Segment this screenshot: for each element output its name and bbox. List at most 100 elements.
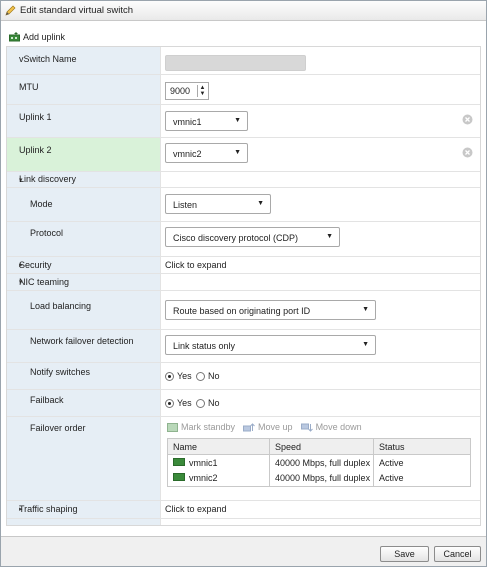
spin-arrows-icon[interactable]: ▲ ▼: [197, 85, 207, 97]
row-uplink1: Uplink 1 vmnic1 ▼: [7, 105, 480, 138]
save-button[interactable]: Save: [380, 546, 429, 562]
failover-detection-label: Network failover detection: [30, 336, 134, 346]
failover-order-table: Name Speed Status vmnic1 40000 Mbps, ful…: [167, 438, 471, 487]
security-expand-link[interactable]: Click to expand: [165, 260, 227, 270]
notify-switches-label: Notify switches: [30, 367, 91, 377]
mode-label: Mode: [30, 199, 53, 209]
row-protocol: Protocol Cisco discovery protocol (CDP) …: [7, 222, 480, 257]
settings-form: vSwitch Name MTU 9000 ▲ ▼ Uplink 1 vmnic1…: [6, 46, 481, 526]
failback-no-label: No: [208, 398, 220, 408]
row-mtu: MTU 9000 ▲ ▼: [7, 75, 480, 105]
col-name[interactable]: Name: [167, 438, 270, 455]
move-up-label: Move up: [258, 422, 293, 432]
dropdown-arrow-icon: ▼: [234, 117, 241, 124]
dropdown-arrow-icon: ▼: [234, 149, 241, 156]
move-down-icon: [300, 423, 313, 432]
uplink2-label: Uplink 2: [19, 145, 52, 155]
dialog-titlebar: Edit standard virtual switch: [1, 1, 486, 21]
mark-standby-label: Mark standby: [181, 422, 236, 432]
protocol-value: Cisco discovery protocol (CDP): [173, 233, 299, 243]
move-up-button[interactable]: Move up: [243, 422, 293, 432]
edit-vswitch-dialog: Edit standard virtual switch Add uplink …: [0, 0, 487, 567]
row-failover-order: Failover order Mark standby Move up Move…: [7, 417, 480, 501]
section-nic-teaming[interactable]: ▾ NIC teaming: [7, 274, 480, 291]
standby-icon: [167, 422, 178, 432]
load-balancing-select[interactable]: Route based on originating port ID ▼: [165, 300, 376, 320]
row-uplink2: Uplink 2 vmnic2 ▼: [7, 138, 480, 172]
failover-detection-value: Link status only: [173, 341, 236, 351]
link-discovery-label: Link discovery: [19, 174, 77, 184]
add-uplink-icon: [9, 32, 20, 42]
notify-no-radio[interactable]: No: [196, 371, 220, 381]
col-status[interactable]: Status: [373, 438, 471, 455]
row-mode: Mode Listen ▼: [7, 188, 480, 222]
dialog-footer: Save Cancel: [1, 536, 486, 566]
uplink1-value: vmnic1: [173, 117, 202, 127]
notify-yes-radio[interactable]: Yes: [165, 371, 192, 381]
remove-uplink2-icon[interactable]: [462, 147, 473, 158]
section-link-discovery[interactable]: ▾ Link discovery: [7, 172, 480, 188]
add-uplink-label: Add uplink: [23, 32, 66, 42]
failover-toolbar: Mark standby Move up Move down: [167, 422, 370, 432]
failback-label: Failback: [30, 395, 64, 405]
protocol-label: Protocol: [30, 228, 64, 238]
dropdown-arrow-icon: ▼: [257, 200, 264, 207]
section-security[interactable]: ▸ Security Click to expand: [7, 257, 480, 274]
remove-uplink1-icon[interactable]: [462, 114, 473, 125]
label-column-filler: [7, 519, 161, 525]
vswitch-name-input: [165, 55, 306, 71]
mode-value: Listen: [173, 200, 198, 210]
table-row[interactable]: vmnic2 40000 Mbps, full duplex Active: [167, 470, 471, 487]
move-down-label: Move down: [315, 422, 362, 432]
traffic-shaping-label: Traffic shaping: [19, 504, 78, 514]
nic-speed: 40000 Mbps, full duplex: [269, 470, 374, 487]
dialog-title: Edit standard virtual switch: [20, 5, 133, 16]
move-down-button[interactable]: Move down: [300, 422, 362, 432]
nic-teaming-label: NIC teaming: [19, 277, 70, 287]
cancel-button[interactable]: Cancel: [434, 546, 481, 562]
notify-yes-label: Yes: [177, 371, 192, 381]
load-balancing-label: Load balancing: [30, 301, 92, 311]
dropdown-arrow-icon: ▼: [326, 233, 333, 240]
notify-no-label: No: [208, 371, 220, 381]
failback-yes-radio[interactable]: Yes: [165, 398, 192, 408]
uplink2-value: vmnic2: [173, 149, 202, 159]
row-notify-switches: Notify switches Yes No: [7, 363, 480, 390]
vswitch-name-label: vSwitch Name: [19, 54, 77, 64]
security-label: Security: [19, 260, 52, 270]
failback-no-radio[interactable]: No: [196, 398, 220, 408]
table-row[interactable]: vmnic1 40000 Mbps, full duplex Active: [167, 454, 471, 471]
row-failover-detection: Network failover detection Link status o…: [7, 330, 480, 363]
load-balancing-value: Route based on originating port ID: [173, 306, 311, 316]
mtu-label: MTU: [19, 82, 39, 92]
nic-status: Active: [373, 454, 471, 471]
pencil-icon: [5, 5, 16, 16]
nic-speed: 40000 Mbps, full duplex: [269, 454, 374, 471]
dropdown-arrow-icon: ▼: [362, 306, 369, 313]
mtu-value: 9000: [170, 86, 191, 96]
section-traffic-shaping[interactable]: ▸ Traffic shaping Click to expand: [7, 501, 480, 519]
nic-name: vmnic2: [189, 473, 218, 484]
traffic-shaping-expand-link[interactable]: Click to expand: [165, 504, 227, 514]
mark-standby-button[interactable]: Mark standby: [167, 422, 235, 432]
nic-icon: [173, 473, 185, 482]
protocol-select[interactable]: Cisco discovery protocol (CDP) ▼: [165, 227, 340, 247]
radio-selected-icon: [165, 398, 174, 408]
mtu-stepper[interactable]: 9000 ▲ ▼: [165, 82, 209, 100]
uplink2-select[interactable]: vmnic2 ▼: [165, 143, 248, 163]
nic-name: vmnic1: [189, 457, 218, 468]
nic-icon: [173, 457, 185, 466]
nic-status: Active: [373, 470, 471, 487]
uplink1-label: Uplink 1: [19, 112, 52, 122]
failback-yes-label: Yes: [177, 398, 192, 408]
mode-select[interactable]: Listen ▼: [165, 194, 271, 214]
failover-order-label: Failover order: [30, 423, 86, 433]
uplink1-select[interactable]: vmnic1 ▼: [165, 111, 248, 131]
add-uplink-button[interactable]: Add uplink: [1, 29, 65, 45]
row-vswitch-name: vSwitch Name: [7, 47, 480, 75]
col-speed[interactable]: Speed: [269, 438, 374, 455]
move-up-icon: [243, 422, 255, 431]
radio-unselected-icon: [196, 398, 205, 408]
failover-detection-select[interactable]: Link status only ▼: [165, 335, 376, 355]
radio-selected-icon: [165, 371, 174, 381]
